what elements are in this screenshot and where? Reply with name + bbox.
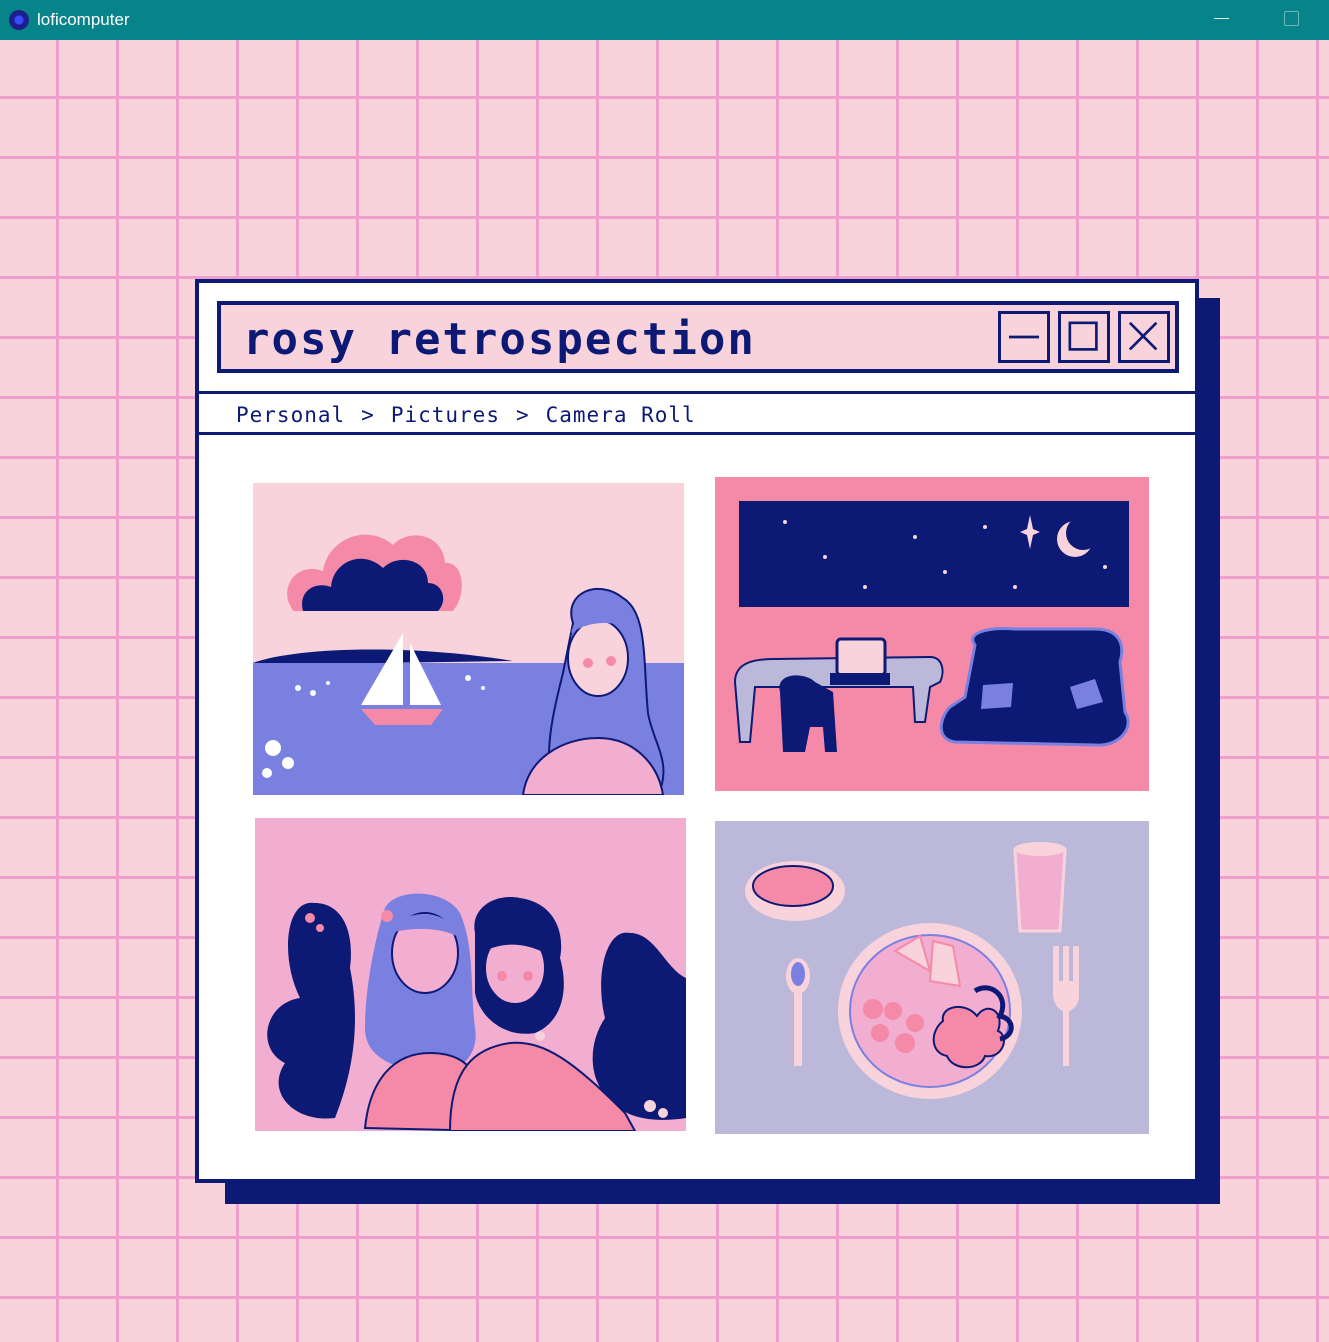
photo-thumbnail-dinner[interactable]	[715, 821, 1149, 1134]
two-friends-image	[255, 818, 686, 1131]
room-with-sofa-image	[715, 477, 1149, 791]
retro-window-titlebar[interactable]: rosy retrospection	[217, 301, 1179, 373]
photo-thumbnail-friends[interactable]	[255, 818, 686, 1131]
minimize-button[interactable]	[998, 311, 1050, 363]
maximize-button[interactable]	[1058, 311, 1110, 363]
breadcrumb-camera-roll[interactable]: Camera Roll	[546, 403, 696, 427]
breadcrumb-divider	[199, 432, 1195, 435]
desktop-grid-background: rosy retrospection Personal > Pictures >…	[0, 40, 1329, 1342]
photo-thumbnail-night-room[interactable]	[715, 477, 1149, 791]
close-icon	[1128, 321, 1158, 351]
breadcrumb-separator: >	[515, 403, 530, 427]
breadcrumb-separator: >	[361, 403, 375, 427]
minimize-icon	[1008, 335, 1040, 339]
os-window-title: loficomputer	[37, 10, 130, 29]
breadcrumb: Personal > Pictures > Camera Roll	[236, 400, 696, 430]
breadcrumb-pictures[interactable]: Pictures	[391, 403, 500, 427]
retro-window: rosy retrospection Personal > Pictures >…	[195, 279, 1199, 1183]
woman-by-sea-image	[253, 483, 684, 795]
os-title-bar: loficomputer	[0, 0, 1329, 40]
titlebar-divider	[199, 391, 1195, 394]
photo-thumbnail-sailboat[interactable]	[253, 483, 684, 795]
close-button[interactable]	[1118, 311, 1170, 363]
meal-image	[715, 821, 1149, 1134]
os-minimize-button[interactable]	[1214, 18, 1229, 19]
os-maximize-button[interactable]	[1284, 11, 1299, 26]
breadcrumb-personal[interactable]: Personal	[236, 403, 345, 427]
maximize-icon	[1068, 321, 1098, 351]
retro-window-title: rosy retrospection	[243, 314, 756, 365]
app-icon	[9, 10, 29, 30]
